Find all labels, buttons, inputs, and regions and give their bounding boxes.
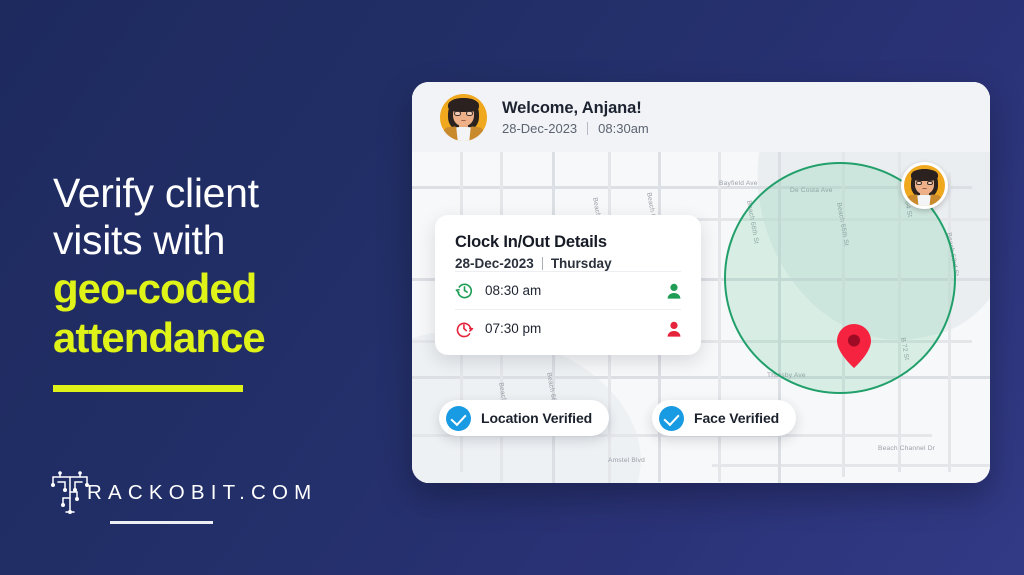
avatar[interactable] xyxy=(440,93,487,141)
street-label: Bayfield Ave xyxy=(719,180,758,187)
location-verified-badge[interactable]: Location Verified xyxy=(439,400,610,436)
street-label: Amstel Blvd xyxy=(608,457,646,464)
map-road xyxy=(412,376,990,379)
check-circle-icon xyxy=(446,405,471,431)
clock-out-row[interactable]: 07:30 pm xyxy=(455,309,681,347)
clock-card-title: Clock In/Out Details xyxy=(455,233,607,251)
headline-line-1: Verify client xyxy=(53,170,259,216)
person-in-icon xyxy=(667,283,681,299)
person-out-icon xyxy=(667,321,681,337)
accent-underline-bar xyxy=(53,385,243,392)
logo-wordmark: RACKOBIT.COM xyxy=(87,481,318,504)
meta-divider xyxy=(587,121,589,135)
clock-card-date: 28-Dec-2023 xyxy=(455,256,534,271)
app-header: Welcome, Anjana! 28-Dec-2023 08:30am xyxy=(412,82,990,152)
welcome-greeting: Welcome, Anjana! xyxy=(502,98,642,117)
brand-logo: RACKOBIT.COM xyxy=(47,468,317,518)
clock-out-icon xyxy=(455,319,474,338)
header-time: 08:30am xyxy=(598,120,649,136)
promo-block: Verify client visits with geo-coded atte… xyxy=(53,170,393,392)
map-user-avatar[interactable] xyxy=(901,162,948,209)
headline-accent-2: attendance xyxy=(53,314,266,361)
face-verified-label: Face Verified xyxy=(694,410,780,426)
street-label: Beach Channel Dr xyxy=(878,445,936,452)
app-screenshot-card: Bayfield Ave De Costa Ave Almeda Ave Thu… xyxy=(412,82,990,483)
clock-in-row[interactable]: 08:30 am xyxy=(455,271,681,309)
clock-in-icon xyxy=(455,281,474,300)
clock-in-time: 08:30 am xyxy=(485,283,542,298)
headline-line-2: visits with xyxy=(53,217,226,263)
subtitle-divider xyxy=(541,257,543,270)
logo-underline xyxy=(110,521,213,524)
map-road xyxy=(948,172,951,472)
clock-card-day: Thursday xyxy=(550,256,612,271)
clock-card-subtitle: 28-Dec-2023 Thursday xyxy=(455,256,681,271)
header-meta: 28-Dec-2023 08:30am xyxy=(502,121,649,136)
face-verified-badge[interactable]: Face Verified xyxy=(652,400,797,436)
clock-in-out-card: Clock In/Out Details 28-Dec-2023 Thursda… xyxy=(435,215,701,355)
page-title: Verify client visits with geo-coded atte… xyxy=(53,170,393,362)
clock-out-time: 07:30 pm xyxy=(485,321,542,336)
location-verified-label: Location Verified xyxy=(481,410,593,426)
headline-accent-1: geo-coded xyxy=(53,265,257,312)
check-circle-icon xyxy=(659,405,684,431)
map-location-pin-icon[interactable] xyxy=(837,324,871,368)
header-date: 28-Dec-2023 xyxy=(502,120,578,136)
